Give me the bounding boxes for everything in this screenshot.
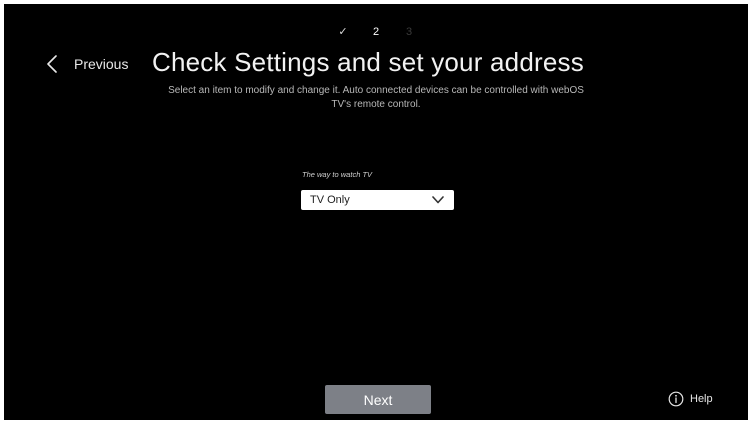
step-2: 2 — [372, 26, 380, 38]
chevron-left-icon — [44, 54, 60, 74]
help-label: Help — [690, 393, 713, 405]
subtitle-line-2: TV's remote control. — [331, 99, 421, 110]
info-circle-icon — [668, 391, 684, 407]
page-title: Check Settings and set your address — [152, 47, 584, 77]
step-indicator: ✓ 2 3 — [4, 26, 748, 38]
watch-tv-selected-value: TV Only — [310, 194, 350, 206]
subtitle-line-1: Select an item to modify and change it. … — [168, 85, 584, 96]
next-button[interactable]: Next — [325, 385, 431, 414]
chevron-down-icon — [432, 195, 444, 205]
page-subtitle: Select an item to modify and change it. … — [144, 84, 608, 112]
watch-tv-label: The way to watch TV — [302, 170, 373, 179]
watch-tv-dropdown[interactable]: TV Only — [301, 190, 454, 210]
step-1-checkmark: ✓ — [338, 26, 348, 38]
help-button[interactable]: Help — [668, 390, 713, 408]
setup-screen: ✓ 2 3 Previous Check Settings and set yo… — [4, 4, 748, 420]
previous-label: Previous — [74, 56, 129, 72]
previous-button[interactable]: Previous — [44, 52, 128, 76]
step-3: 3 — [406, 26, 413, 38]
